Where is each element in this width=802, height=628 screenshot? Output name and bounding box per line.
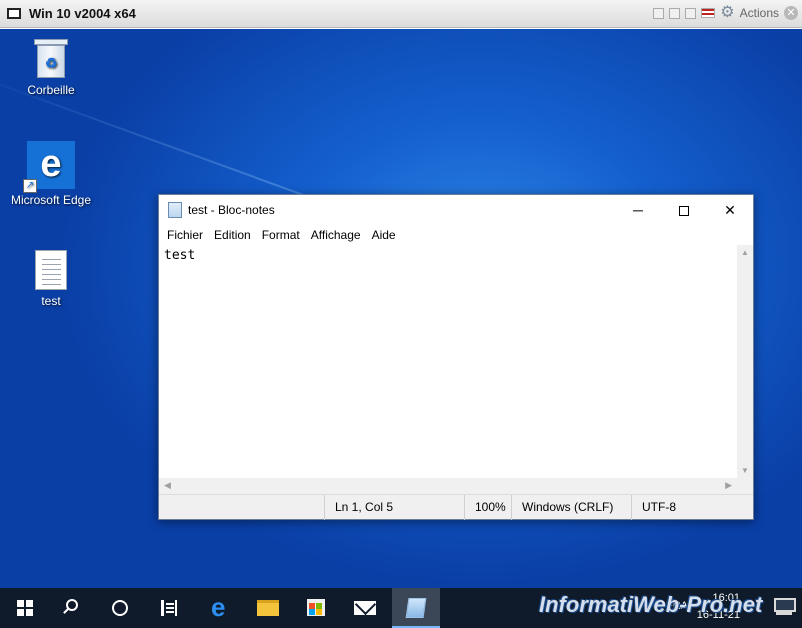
edge-icon: e ↗ [23,141,75,193]
desktop-icon-label: Corbeille [27,83,75,97]
gear-icon[interactable]: ⚙ [720,5,734,21]
menu-bar: Fichier Edition Format Affichage Aide [159,225,753,245]
search-button[interactable] [48,588,96,628]
menu-format[interactable]: Format [256,228,305,242]
status-cursor-position: Ln 1, Col 5 [324,495,464,520]
taskbar-mail-button[interactable] [340,588,388,628]
desktop-icon-test-file[interactable]: test [6,250,96,308]
vm-title: Win 10 v2004 x64 [29,6,136,21]
start-button[interactable] [0,588,48,628]
menu-edition[interactable]: Edition [208,228,256,242]
menu-fichier[interactable]: Fichier [161,228,208,242]
taskbar-store-button[interactable] [292,588,340,628]
document-text[interactable]: test [164,248,195,263]
cortana-icon [112,600,128,616]
desktop-icon-microsoft-edge[interactable]: e ↗ Microsoft Edge [6,141,96,207]
menu-aide[interactable]: Aide [366,228,401,242]
vm-console-icon [7,8,21,19]
maximize-button[interactable] [661,195,707,225]
vm-fullscreen-icon[interactable] [653,7,665,19]
mail-icon [354,601,376,615]
close-button[interactable]: ✕ [707,195,753,225]
status-line-ending: Windows (CRLF) [511,495,631,520]
notepad-window[interactable]: test - Bloc-notes ─ ✕ Fichier Edition Fo… [158,194,754,520]
site-watermark: InformatiWeb-Pro.net [539,592,763,617]
search-icon [66,599,78,611]
status-encoding: UTF-8 [631,495,751,520]
taskbar-edge-button[interactable]: e [196,588,244,628]
edge-icon: e [211,592,226,622]
action-center-icon[interactable] [774,598,796,616]
menu-affichage[interactable]: Affichage [305,228,366,242]
notepad-icon [168,202,182,218]
desktop-icon-label: test [41,294,61,308]
text-file-icon [35,250,67,290]
folder-icon [257,600,279,616]
shortcut-arrow-icon: ↗ [23,179,37,193]
window-title: test - Bloc-notes [188,203,275,217]
desktop-icon-label: Microsoft Edge [10,193,92,207]
taskbar-notepad-button[interactable] [392,588,440,628]
windows-logo-icon [17,600,33,616]
text-editor-area[interactable]: test [159,245,737,478]
task-view-icon [161,600,177,616]
store-icon [307,599,325,616]
taskbar-file-explorer-button[interactable] [244,588,292,628]
scroll-right-icon[interactable]: ▶ [725,480,732,491]
vm-toolbar: ⚙ Actions ✕ [653,5,798,21]
scroll-left-icon[interactable]: ◀ [164,480,171,491]
keyboard-layout-flag-icon[interactable] [701,8,716,18]
vertical-scrollbar[interactable]: ▲ ▼ [737,245,753,478]
close-icon[interactable]: ✕ [784,6,798,20]
notepad-icon [405,598,427,618]
scrollbar-corner [737,478,753,494]
vm-window-icon[interactable] [685,7,697,19]
recycle-bin-icon: ♻ [33,39,69,79]
actions-menu-button[interactable]: Actions [740,6,779,20]
status-zoom: 100% [464,495,514,520]
cortana-button[interactable] [96,588,144,628]
vm-viewer-titlebar: Win 10 v2004 x64 ⚙ Actions ✕ [0,0,802,28]
vm-resize-icon[interactable] [669,7,681,19]
status-bar: Ln 1, Col 5 100% Windows (CRLF) UTF-8 [159,494,753,520]
horizontal-scrollbar[interactable]: ◀ ▶ [159,478,737,494]
desktop-icon-recycle-bin[interactable]: ♻ Corbeille [6,39,96,97]
maximize-icon [679,206,689,217]
task-view-button[interactable] [144,588,192,628]
minimize-button[interactable]: ─ [615,195,661,225]
scroll-up-icon[interactable]: ▲ [737,248,753,257]
scroll-down-icon[interactable]: ▼ [737,466,753,475]
